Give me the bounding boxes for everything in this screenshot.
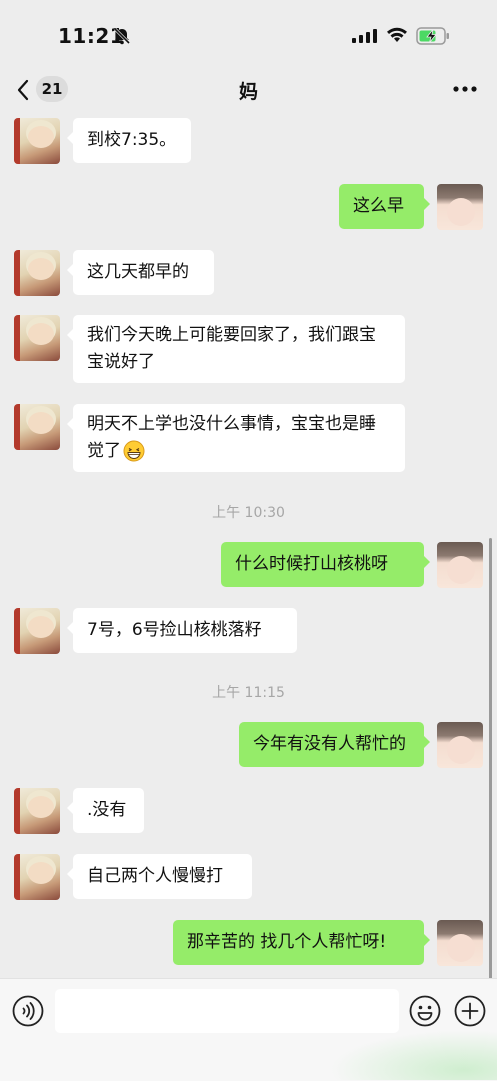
more-icon[interactable] bbox=[452, 80, 478, 98]
message-text: 这么早 bbox=[353, 196, 404, 216]
bell-slash-icon bbox=[113, 27, 131, 45]
scrollbar[interactable] bbox=[489, 538, 492, 978]
message-bubble-received[interactable]: 7号，6号捡山核桃落籽 bbox=[67, 608, 297, 653]
contact-avatar[interactable] bbox=[14, 608, 60, 654]
message-text: 我们今天晚上可能要回家了，我们跟宝宝说好了 bbox=[87, 325, 376, 372]
message-text: .没有 bbox=[87, 800, 127, 820]
plus-icon[interactable] bbox=[454, 995, 486, 1027]
nav-bar: 21 妈 bbox=[0, 70, 497, 110]
message-bubble-received[interactable]: 明天不上学也没什么事情，宝宝也是睡觉了 bbox=[67, 404, 405, 472]
self-avatar[interactable] bbox=[437, 920, 483, 966]
message-text: 7号，6号捡山核桃落籽 bbox=[87, 620, 262, 640]
background-decoration bbox=[330, 1030, 497, 1080]
chat-area[interactable]: 到校7:35。这么早这几天都早的我们今天晚上可能要回家了，我们跟宝宝说好了明天不… bbox=[0, 110, 497, 978]
contact-avatar[interactable] bbox=[14, 788, 60, 834]
contact-avatar[interactable] bbox=[14, 250, 60, 296]
message-text: 什么时候打山核桃呀 bbox=[235, 554, 388, 574]
message-bubble-received[interactable]: 到校7:35。 bbox=[67, 118, 191, 163]
message-text: 那辛苦的 找几个人帮忙呀! bbox=[187, 932, 387, 952]
message-text: 这几天都早的 bbox=[87, 262, 189, 282]
message-bubble-received[interactable]: 我们今天晚上可能要回家了，我们跟宝宝说好了 bbox=[67, 315, 405, 383]
chat-title: 妈 bbox=[238, 81, 258, 103]
message-bubble-sent[interactable]: 今年有没有人帮忙的 bbox=[239, 722, 430, 767]
wifi-icon bbox=[387, 27, 407, 42]
message-bubble-received[interactable]: 这几天都早的 bbox=[67, 250, 214, 295]
contact-avatar[interactable] bbox=[14, 315, 60, 361]
voice-icon[interactable] bbox=[12, 995, 44, 1027]
emoji-icon[interactable] bbox=[409, 995, 441, 1027]
self-avatar[interactable] bbox=[437, 184, 483, 230]
message-text: 自己两个人慢慢打 bbox=[87, 866, 223, 886]
self-avatar[interactable] bbox=[437, 542, 483, 588]
status-bar: 11:21 bbox=[0, 0, 497, 70]
message-bubble-received[interactable]: 自己两个人慢慢打 bbox=[67, 854, 252, 899]
message-bubble-received[interactable]: .没有 bbox=[67, 788, 144, 833]
timestamp: 上午 10:30 bbox=[212, 505, 285, 521]
message-text: 到校7:35。 bbox=[87, 130, 177, 150]
grin-emoji-icon bbox=[123, 440, 145, 462]
message-input[interactable] bbox=[55, 989, 399, 1033]
contact-avatar[interactable] bbox=[14, 118, 60, 164]
battery-charging-icon bbox=[416, 27, 449, 45]
contact-avatar[interactable] bbox=[14, 404, 60, 450]
self-avatar[interactable] bbox=[437, 722, 483, 768]
message-bubble-sent[interactable]: 这么早 bbox=[339, 184, 430, 229]
signal-icon bbox=[352, 29, 377, 43]
message-bubble-sent[interactable]: 什么时候打山核桃呀 bbox=[221, 542, 430, 587]
message-bubble-sent[interactable]: 那辛苦的 找几个人帮忙呀! bbox=[173, 920, 430, 965]
message-text: 今年有没有人帮忙的 bbox=[253, 734, 406, 754]
contact-avatar[interactable] bbox=[14, 854, 60, 900]
timestamp: 上午 11:15 bbox=[212, 685, 285, 701]
